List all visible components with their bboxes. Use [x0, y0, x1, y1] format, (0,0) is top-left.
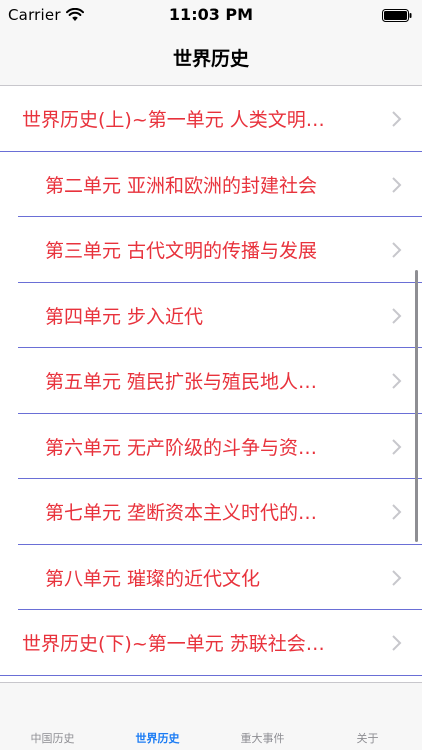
chevron-right-icon	[392, 373, 402, 389]
chevron-right-icon	[392, 242, 402, 258]
list-item-label: 第三单元 古代文明的传播与发展	[45, 240, 318, 262]
vertical-scrollbar[interactable]	[415, 270, 418, 542]
chevron-right-icon	[392, 438, 402, 455]
list-item-label: 第二单元 亚洲和欧洲的封建社会	[45, 174, 318, 197]
navigation-bar: 世界历史	[0, 30, 422, 86]
tab-china-history[interactable]: 中国历史	[0, 730, 105, 746]
list-item[interactable]: 第二单元 亚洲和欧洲的封建社会	[18, 152, 422, 217]
tab-world-history[interactable]: 世界历史	[105, 730, 210, 746]
battery-icon	[382, 9, 412, 22]
tab-bar: 中国历史 世界历史 重大事件 关于	[0, 682, 422, 750]
list-item[interactable]: 第六单元 无产阶级的斗争与资…	[18, 414, 422, 479]
list-item-label: 第四单元 步入近代	[45, 305, 204, 328]
chevron-right-icon	[392, 111, 402, 127]
status-time: 11:03 PM	[168, 5, 254, 24]
list-item[interactable]: 第八单元 璀璨的近代文化	[18, 545, 422, 610]
chevron-right-icon	[392, 307, 402, 324]
chevron-right-icon	[392, 569, 402, 586]
list-item-label: 第五单元 殖民扩张与殖民地人…	[45, 371, 318, 393]
list-item[interactable]: 第七单元 垄断资本主义时代的…	[18, 479, 422, 545]
page-title: 世界历史	[172, 48, 249, 70]
chevron-right-icon	[392, 635, 402, 651]
list-item[interactable]: 第五单元 殖民扩张与殖民地人…	[18, 348, 422, 414]
list-item[interactable]: 第三单元 古代文明的传播与发展	[18, 217, 422, 283]
list-item[interactable]: 第四单元 步入近代	[18, 283, 422, 348]
list-item-label: 第八单元 璀璨的近代文化	[45, 567, 261, 590]
tab-about[interactable]: 关于	[315, 730, 420, 746]
chevron-right-icon	[392, 176, 402, 193]
list-item-label: 世界历史(上)~第一单元 人类文明…	[22, 109, 325, 131]
list-item-label: 第六单元 无产阶级的斗争与资…	[45, 436, 318, 459]
list-item-label: 第七单元 垄断资本主义时代的…	[45, 502, 318, 524]
list-item[interactable]: 世界历史(上)~第一单元 人类文明…	[0, 86, 422, 152]
status-bar: Carrier 11:03 PM	[0, 0, 422, 30]
chevron-right-icon	[392, 504, 402, 520]
tab-major-events[interactable]: 重大事件	[210, 730, 315, 746]
list-item-label: 世界历史(下)~第一单元 苏联社会…	[22, 633, 325, 655]
unit-list[interactable]: 世界历史(上)~第一单元 人类文明… 第二单元 亚洲和欧洲的封建社会 第三单元 …	[0, 86, 422, 682]
list-item[interactable]: 世界历史(下)~第一单元 苏联社会…	[0, 610, 422, 676]
